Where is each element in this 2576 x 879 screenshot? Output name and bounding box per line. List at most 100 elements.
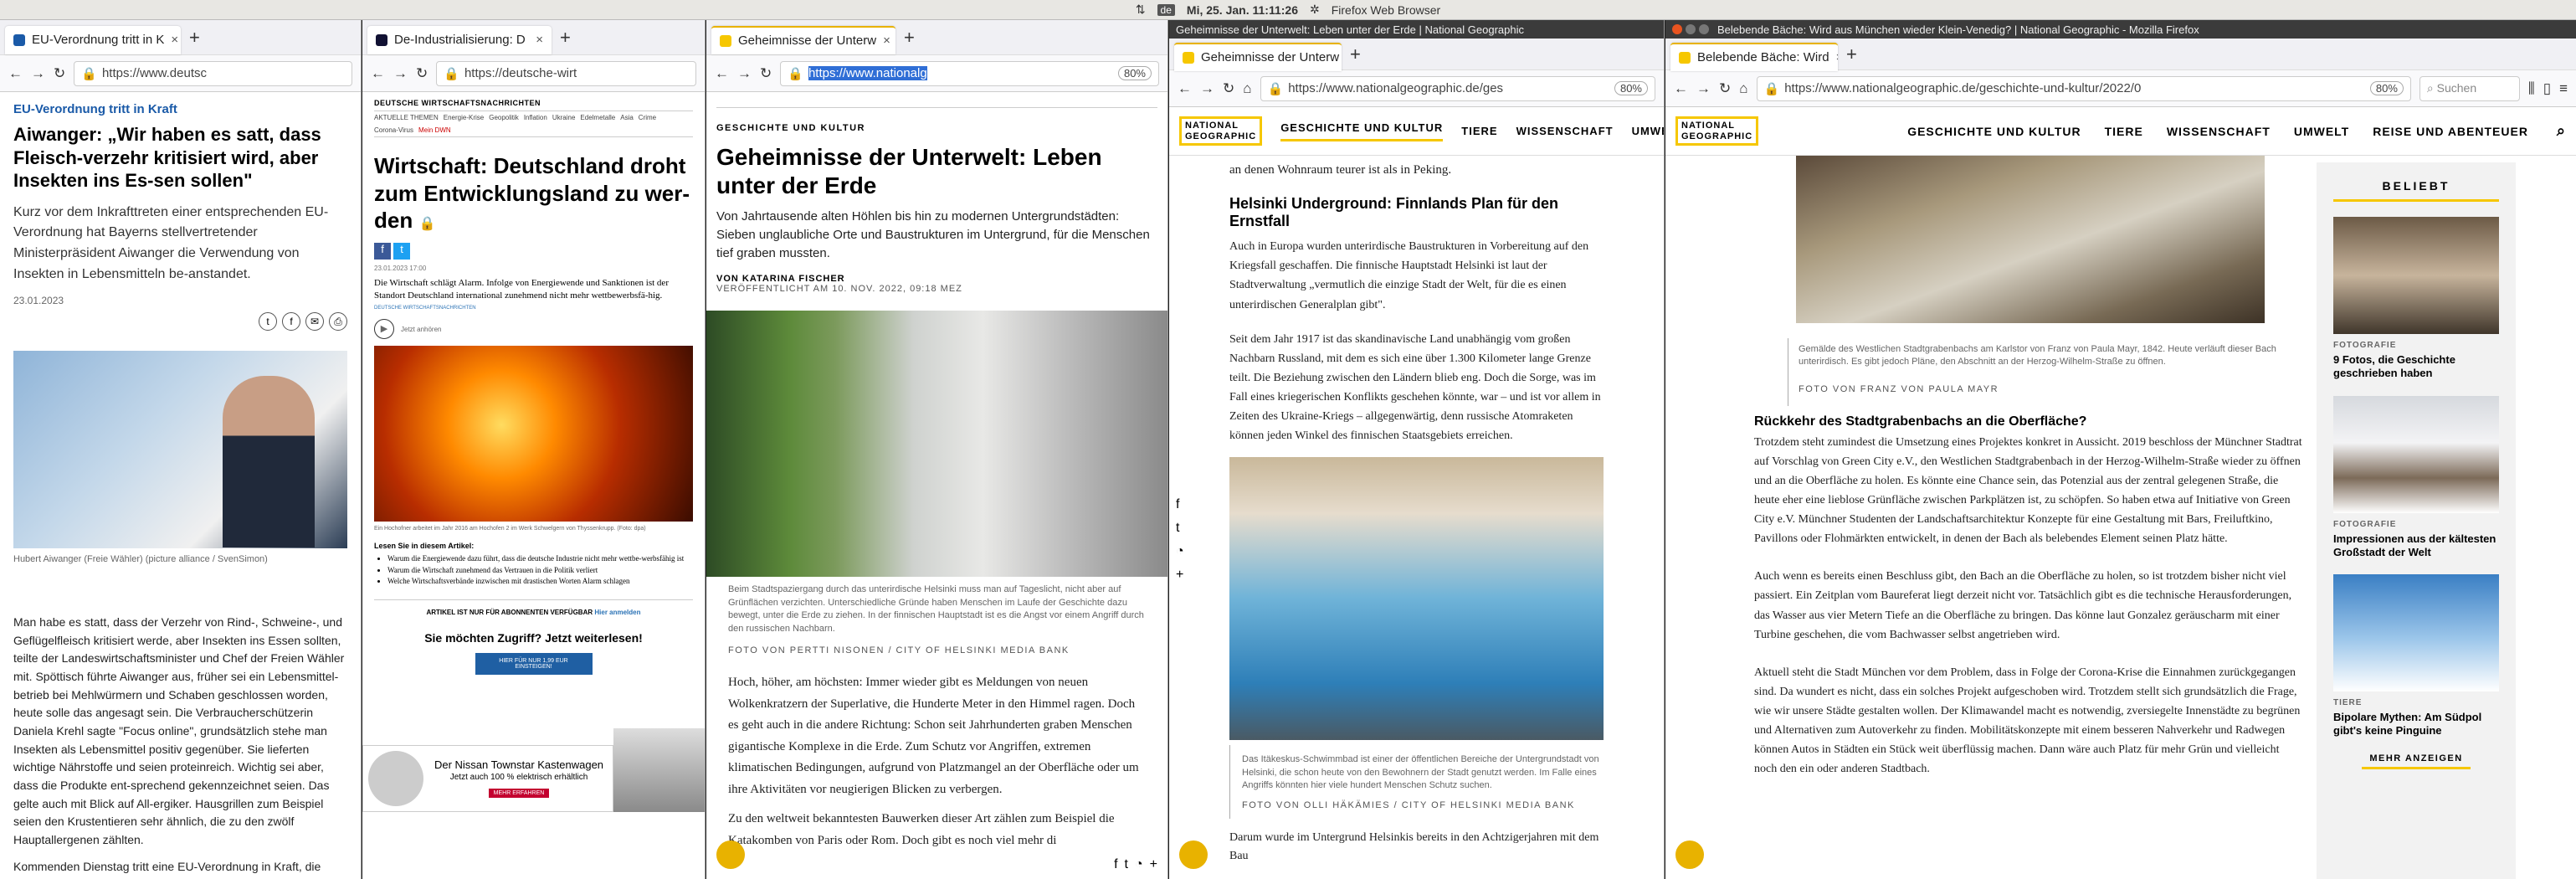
active-app-name[interactable]: Firefox Web Browser: [1332, 3, 1440, 17]
sidebar-item-title[interactable]: 9 Fotos, die Geschichte geschrieben habe…: [2333, 353, 2499, 381]
nav-item[interactable]: Mein DWN: [418, 126, 451, 134]
reload-icon[interactable]: ↻: [760, 65, 772, 82]
facebook-share-icon[interactable]: f: [374, 242, 391, 260]
home-icon[interactable]: ⌂: [1243, 80, 1251, 97]
nav-item[interactable]: Crime: [639, 114, 656, 121]
nav-item[interactable]: GESCHICHTE UND KULTUR: [1907, 125, 2081, 138]
back-icon[interactable]: ←: [8, 65, 23, 82]
nav-item[interactable]: TIERE: [2105, 125, 2143, 138]
url-bar[interactable]: 🔒 https://deutsche-wirt: [436, 60, 696, 86]
ad-banner[interactable]: Der Nissan Townstar Kastenwagen Jetzt au…: [362, 745, 613, 812]
nav-item[interactable]: AKTUELLE THEMEN: [374, 114, 439, 121]
nav-item[interactable]: REISE UND ABENTEUER: [2373, 125, 2528, 138]
sidebar-item[interactable]: TIERE Bipolare Mythen: Am Südpol gibt's …: [2333, 574, 2499, 738]
print-share-icon[interactable]: ⎙: [329, 312, 347, 332]
forward-icon[interactable]: →: [1200, 80, 1214, 97]
sidebar-icon[interactable]: ▯: [2543, 80, 2551, 97]
email-share-icon[interactable]: ✉: [305, 312, 324, 332]
natgeo-badge-icon[interactable]: [716, 840, 745, 869]
reload-icon[interactable]: ↻: [1719, 80, 1731, 97]
nav-item[interactable]: UMWELT: [1632, 125, 1664, 137]
sidebar-item[interactable]: FOTOGRAFIE 9 Fotos, die Geschichte gesch…: [2333, 217, 2499, 381]
forward-icon[interactable]: →: [393, 65, 408, 82]
close-icon[interactable]: ×: [883, 33, 890, 48]
nav-item[interactable]: GESCHICHTE UND KULTUR: [1280, 121, 1444, 141]
library-icon[interactable]: ⫼: [2528, 80, 2535, 97]
ad-button[interactable]: MEHR ERFAHREN: [488, 789, 550, 798]
facebook-share-icon[interactable]: f: [1114, 857, 1117, 872]
system-clock[interactable]: Mi, 25. Jan. 11:11:26: [1187, 3, 1298, 17]
nav-item[interactable]: Edelmetalle: [580, 114, 615, 121]
browser-tab[interactable]: Geheimnisse der Unterw×: [711, 25, 895, 54]
nav-item[interactable]: Inflation: [524, 114, 547, 121]
back-icon[interactable]: ←: [371, 65, 385, 82]
arrows-icon[interactable]: ⇅: [1136, 3, 1146, 17]
twitter-share-icon[interactable]: t: [1125, 857, 1128, 872]
browser-tab[interactable]: De-Industrialisierung: D ×: [367, 25, 552, 54]
natgeo-logo[interactable]: NATIONAL GEOGRAPHIC: [1675, 116, 1759, 146]
nav-item[interactable]: TIERE: [1461, 125, 1497, 137]
nav-item[interactable]: WISSENSCHAFT: [2167, 125, 2271, 138]
search-input[interactable]: ⌕ Suchen: [2419, 75, 2520, 101]
nav-item[interactable]: Corona-Virus: [374, 126, 413, 134]
subscribe-button[interactable]: HIER FÜR NUR 1,99 EUR EINSTEIGEN!: [475, 652, 593, 675]
twitter-share-icon[interactable]: t: [1176, 521, 1184, 536]
url-bar[interactable]: 🔒 https://www.nationalg 80%: [780, 60, 1159, 86]
forward-icon[interactable]: →: [737, 65, 752, 82]
site-brand[interactable]: DEUTSCHE WIRTSCHAFTSNACHRICHTEN: [374, 99, 693, 107]
whatsapp-share-icon[interactable]: ◔: [1135, 857, 1143, 872]
new-tab-button[interactable]: +: [181, 27, 208, 49]
whatsapp-share-icon[interactable]: ◔: [1176, 544, 1184, 559]
language-indicator[interactable]: de: [1157, 3, 1175, 16]
forward-icon[interactable]: →: [1696, 80, 1711, 97]
minimize-window-button[interactable]: [1686, 24, 1696, 34]
browser-tab[interactable]: EU-Verordnung tritt in K ×: [5, 25, 181, 54]
section-label[interactable]: DEUTSCHE WIRTSCHAFTSNACHRICHTEN: [374, 306, 693, 311]
browser-tab[interactable]: Geheimnisse der Unterw×: [1174, 42, 1342, 71]
gear-icon[interactable]: ✲: [1310, 3, 1320, 17]
twitter-share-icon[interactable]: t: [259, 312, 277, 332]
nav-item[interactable]: Asia: [620, 114, 634, 121]
reload-icon[interactable]: ↻: [54, 65, 65, 82]
nav-item[interactable]: Ukraine: [552, 114, 576, 121]
close-icon[interactable]: ×: [171, 33, 178, 47]
new-tab-button[interactable]: +: [1838, 44, 1865, 65]
article-kicker[interactable]: GESCHICHTE UND KULTUR: [716, 107, 1157, 133]
nav-item[interactable]: Energie-Krise: [444, 114, 484, 121]
forward-icon[interactable]: →: [31, 65, 45, 82]
facebook-share-icon[interactable]: f: [282, 312, 300, 332]
back-icon[interactable]: ←: [1178, 80, 1192, 97]
natgeo-badge-icon[interactable]: [1675, 840, 1704, 869]
sidebar-item-title[interactable]: Bipolare Mythen: Am Südpol gibt's keine …: [2333, 711, 2499, 738]
close-window-button[interactable]: [1672, 24, 1682, 34]
sidebar-item-title[interactable]: Impressionen aus der kältesten Großstadt…: [2333, 532, 2499, 560]
back-icon[interactable]: ←: [1674, 80, 1688, 97]
nav-item[interactable]: WISSENSCHAFT: [1516, 125, 1614, 137]
login-link[interactable]: Hier anmelden: [594, 609, 640, 616]
new-tab-button[interactable]: +: [552, 27, 579, 49]
new-tab-button[interactable]: +: [895, 27, 923, 49]
more-share-icon[interactable]: +: [1176, 568, 1184, 583]
url-bar[interactable]: 🔒 https://www.deutsc: [74, 60, 352, 86]
natgeo-badge-icon[interactable]: [1179, 840, 1208, 869]
search-icon[interactable]: ⌕: [2557, 122, 2566, 140]
facebook-share-icon[interactable]: f: [1176, 497, 1184, 512]
new-tab-button[interactable]: +: [1342, 44, 1369, 65]
show-more-button[interactable]: MEHR ANZEIGEN: [2362, 753, 2471, 769]
url-bar[interactable]: 🔒 https://www.nationalgeographic.de/ges 80…: [1260, 75, 1655, 101]
zoom-indicator[interactable]: 80%: [1614, 81, 1648, 95]
article-kicker[interactable]: EU-Verordnung tritt in Kraft: [13, 102, 347, 116]
reload-icon[interactable]: ↻: [416, 65, 428, 82]
nav-item[interactable]: UMWELT: [2294, 125, 2349, 138]
reload-icon[interactable]: ↻: [1223, 80, 1234, 97]
home-icon[interactable]: ⌂: [1739, 80, 1747, 97]
nav-item[interactable]: Geopolitik: [489, 114, 519, 121]
back-icon[interactable]: ←: [715, 65, 729, 82]
zoom-indicator[interactable]: 80%: [2369, 81, 2404, 95]
url-bar[interactable]: 🔒 https://www.nationalgeographic.de/gesch…: [1756, 75, 2411, 101]
twitter-share-icon[interactable]: t: [393, 242, 410, 260]
more-share-icon[interactable]: +: [1150, 857, 1157, 872]
browser-tab[interactable]: Belebende Bäche: Wird×: [1670, 42, 1838, 71]
sidebar-item[interactable]: FOTOGRAFIE Impressionen aus der kälteste…: [2333, 395, 2499, 560]
maximize-window-button[interactable]: [1699, 24, 1709, 34]
